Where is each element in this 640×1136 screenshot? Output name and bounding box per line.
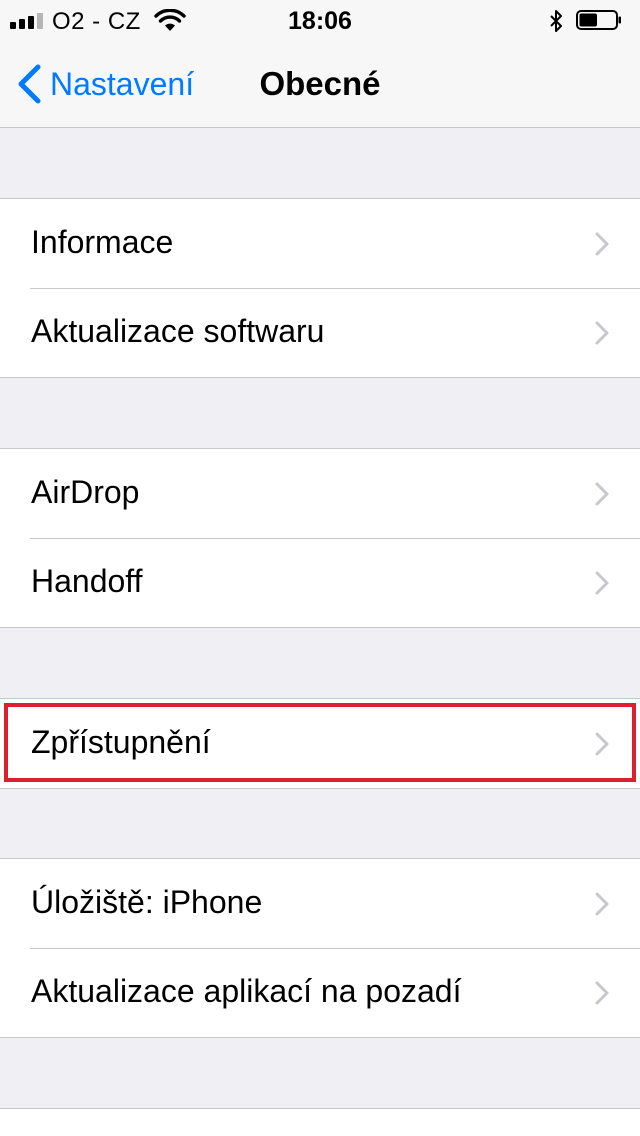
status-bar: O2 - CZ 18:06 [0,0,640,40]
settings-group-accessibility: Zpřístupnění [0,698,640,789]
back-button[interactable]: Nastavení [16,64,194,104]
settings-row-label: Úložiště: iPhone [31,884,263,920]
settings-row-background-app-refresh[interactable]: Aktualizace aplikací na pozadí [0,948,640,1037]
settings-row-label: AirDrop [31,474,140,510]
back-button-label: Nastavení [50,65,195,102]
settings-row-airdrop[interactable]: AirDrop [0,449,640,538]
clock: 18:06 [288,7,352,35]
chevron-right-icon [595,571,609,595]
settings-group-sharing: AirDrop Handoff [0,448,640,628]
settings-row-label: Zpřístupnění [31,724,211,760]
chevron-right-icon [595,981,609,1005]
battery-level-fill [579,13,597,27]
settings-row-label: Informace [31,224,174,260]
settings-row-handoff[interactable]: Handoff [0,538,640,627]
chevron-right-icon [595,892,609,916]
settings-row-software-update[interactable]: Aktualizace softwaru [0,288,640,377]
settings-row-label: Handoff [31,563,143,599]
chevron-right-icon [595,321,609,345]
battery-icon [576,10,621,30]
navigation-bar: Nastavení Obecné [0,40,640,128]
settings-group-next-partial [0,1108,640,1136]
settings-row-label: Aktualizace aplikací na pozadí [31,973,462,1009]
settings-row-informace[interactable]: Informace [0,199,640,288]
bluetooth-icon [550,10,562,32]
chevron-right-icon [595,482,609,506]
settings-row-label: Aktualizace softwaru [31,313,325,349]
chevron-left-icon [18,64,41,104]
chevron-right-icon [595,232,609,256]
chevron-right-icon [595,732,609,756]
settings-group-general-info: Informace Aktualizace softwaru [0,198,640,378]
settings-row-accessibility[interactable]: Zpřístupnění [0,699,640,788]
settings-screen: O2 - CZ 18:06 Nastavení Obecné Informace [0,0,640,1136]
settings-row-storage[interactable]: Úložiště: iPhone [0,859,640,948]
settings-group-storage: Úložiště: iPhone Aktualizace aplikací na… [0,858,640,1038]
